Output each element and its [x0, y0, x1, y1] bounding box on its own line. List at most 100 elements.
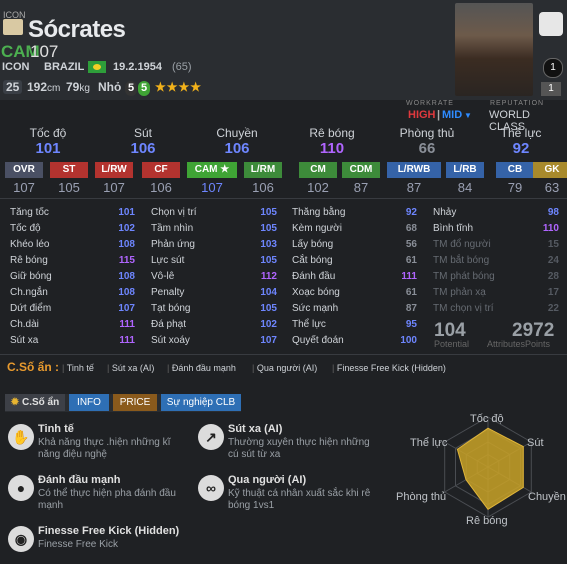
stat-value: 105 [260, 255, 277, 266]
skill-stars: ★★★★ [155, 80, 203, 94]
position-chip[interactable]: L/RW [95, 162, 133, 178]
position-chip[interactable]: OVR [5, 162, 43, 178]
position-rating: 107 [201, 180, 223, 195]
radar-label: Chuyền [528, 491, 566, 503]
stat-label: Tốc độ [10, 223, 41, 234]
stat-label: Ch.dài [10, 319, 39, 330]
stat-label: Đá phạt [151, 319, 187, 330]
chemistry-badge: 1 [543, 58, 563, 78]
stat-value: 68 [405, 223, 417, 234]
main-stat-value: 92 [512, 140, 530, 157]
trait-chip[interactable]: | Đánh đầu mạnh [167, 363, 236, 373]
main-stat-value: 110 [319, 140, 345, 157]
tab-hidden-stats[interactable]: ✹ C.Số ẩn [5, 394, 65, 411]
main-stat-label: Chuyền [216, 126, 258, 140]
position-chip[interactable]: CAM ★ [187, 162, 237, 178]
stat-label: Cắt bóng [292, 255, 333, 266]
age: (65) [172, 61, 192, 73]
stat-value: 102 [260, 319, 277, 330]
strong-foot: 5 [138, 80, 150, 96]
stat-label: Nhảy [433, 207, 457, 218]
main-stat-label: Sút [133, 126, 152, 140]
tab-info[interactable]: INFO [69, 394, 109, 411]
main-stat-label: Rê bóng [309, 126, 355, 140]
star-icon: ✹ [10, 397, 22, 408]
workrate-mid: MID [442, 109, 463, 121]
trait-title: Finesse Free Kick (Hidden) [38, 525, 180, 537]
trait-chip[interactable]: | Sút xa (AI) [107, 363, 154, 373]
position-chip[interactable]: CB [496, 162, 534, 178]
stat-value: 104 [260, 287, 277, 298]
stat-label: Sút xa [10, 335, 39, 346]
stat-value: 103 [260, 239, 277, 250]
stat-label: Khéo léo [10, 239, 50, 250]
stat-label: Thăng bằng [292, 207, 346, 218]
stat-label: Tầm nhìn [151, 223, 194, 234]
trait-chip[interactable]: | Tinh tế [62, 363, 94, 373]
tab-price[interactable]: PRICE [113, 394, 157, 411]
tab-bar: ✹ C.Số ẩn INFO PRICE Sự nghiệp CLB [5, 394, 241, 412]
main-stat-value: 106 [224, 140, 250, 157]
trait-chip[interactable]: | Finesse Free Kick (Hidden) [332, 363, 446, 373]
divider [0, 198, 567, 199]
radar-label: Thể lực [410, 437, 448, 449]
stat-label: Bình tĩnh [433, 223, 474, 234]
workrate-mid-arrow: ▼ [464, 111, 472, 120]
stat-label: Xoạc bóng [292, 287, 340, 298]
main-stat-label: Thể lực [500, 126, 542, 140]
long-shot-icon: ↗ [198, 424, 224, 450]
stat-value: 110 [542, 223, 559, 234]
weight: 79kg [66, 80, 90, 94]
dribble-icon: ∞ [198, 475, 224, 501]
stat-value: 24 [547, 255, 559, 266]
position-chip[interactable]: CDM [342, 162, 380, 178]
position-chip[interactable]: L/RWB [387, 162, 441, 178]
position-rating: 79 [507, 180, 523, 195]
traits-label: C.Số ẩn : [7, 360, 60, 374]
radar-label: Rê bóng [466, 515, 508, 527]
position-chip[interactable]: GK [533, 162, 567, 178]
stat-label: Lực sút [151, 255, 185, 266]
divider [0, 354, 567, 355]
position-rating: 106 [150, 180, 172, 195]
stat-value: 107 [260, 335, 277, 346]
stat-value: 87 [405, 303, 417, 314]
main-stat-label: Phòng thủ [399, 126, 455, 140]
stat-label: Tạt bóng [151, 303, 191, 314]
stat-label: TM chọn vị trí [433, 303, 494, 314]
stat-label: Sức mạnh [292, 303, 339, 314]
stat-value: 101 [118, 207, 135, 218]
position-rating: 105 [58, 180, 80, 195]
position-chip[interactable]: CF [142, 162, 180, 178]
stat-label: Tăng tốc [10, 207, 49, 218]
stat-label: TM phản xạ [433, 287, 486, 298]
main-stat-value: 106 [130, 140, 156, 157]
position-chip[interactable]: L/RB [446, 162, 484, 178]
stat-label: Rê bóng [10, 255, 48, 266]
position-chip[interactable]: L/RM [244, 162, 282, 178]
stat-value: 105 [260, 223, 277, 234]
position-rating: 106 [252, 180, 274, 195]
player-portrait [455, 3, 533, 96]
trait-desc: Có thể thực hiện pha đánh đầu mạnh [38, 488, 176, 511]
stat-value: 92 [405, 207, 417, 218]
stat-value: 108 [118, 287, 135, 298]
stat-value: 17 [547, 287, 559, 298]
trait-chip[interactable]: | Qua người (AI) [252, 363, 317, 373]
stat-value: 22 [547, 303, 559, 314]
workrate-sep: | [437, 109, 441, 121]
tab-club-career[interactable]: Sự nghiệp CLB [161, 394, 241, 411]
stat-value: 112 [260, 271, 277, 282]
position-chip[interactable]: ST [50, 162, 88, 178]
stat-label: Kèm người [292, 223, 342, 234]
stat-value: 61 [405, 255, 417, 266]
main-stat-value: 66 [418, 140, 436, 157]
position-chip[interactable]: CM [299, 162, 337, 178]
reputation-label: REPUTATION [490, 100, 545, 107]
stat-label: Quyết đoán [292, 335, 344, 346]
stat-label: TM đổ người [433, 239, 491, 250]
trait-title: Qua người (AI) [228, 474, 307, 486]
dob: 19.2.1954 [113, 61, 162, 73]
free-kick-icon: ◉ [8, 526, 34, 552]
team-color-badge: 1 [541, 82, 561, 96]
